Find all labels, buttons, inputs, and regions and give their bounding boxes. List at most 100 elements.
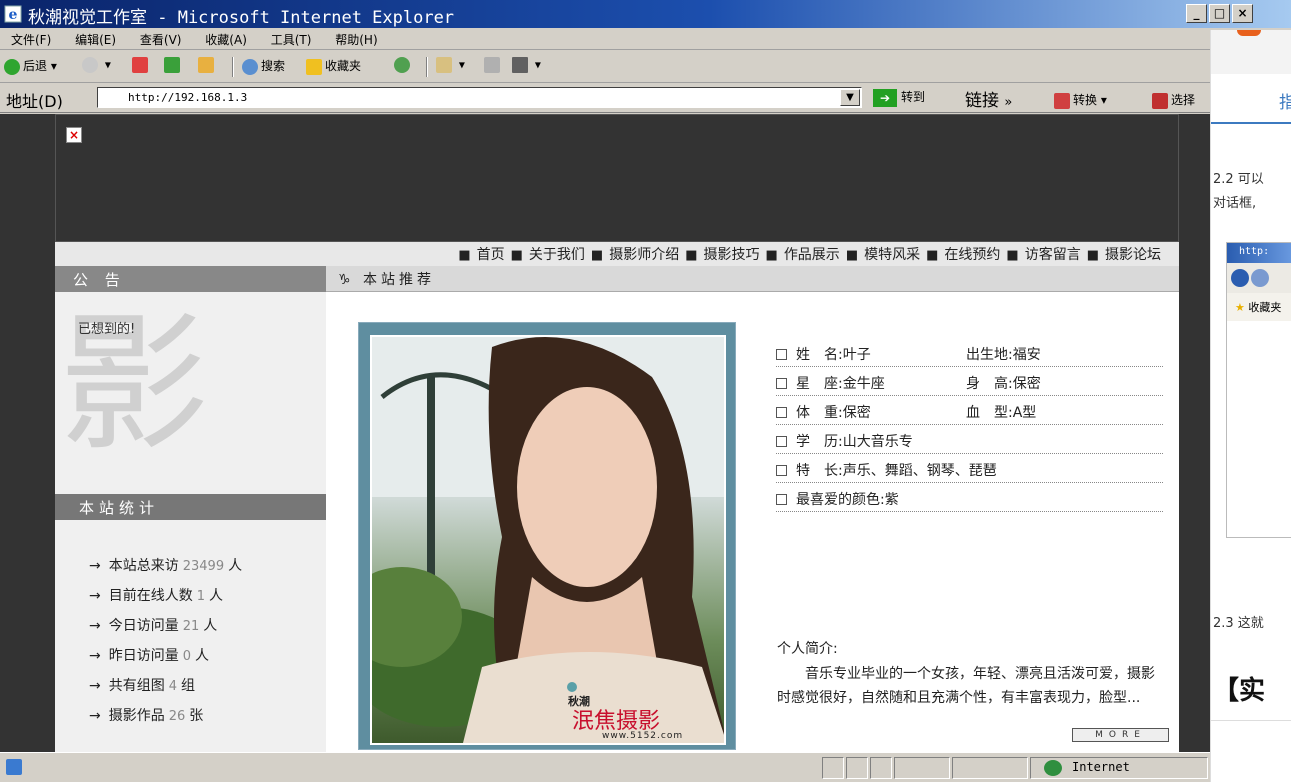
status-cell (822, 757, 844, 779)
nav-item[interactable]: 摄影技巧 (685, 244, 760, 264)
minimize-button[interactable]: _ (1186, 4, 1207, 23)
maximize-button[interactable]: □ (1209, 4, 1230, 23)
profile-row: 星 座:金牛座 身 高:保密 (776, 373, 1163, 396)
convert-button[interactable]: 转换 ▾ (1054, 91, 1107, 109)
edit-button[interactable]: ▾ (512, 57, 541, 73)
ie-logo-icon: e (4, 5, 22, 23)
nav-item[interactable]: 模特风采 (846, 244, 920, 264)
profile-field: 学 历:山大音乐专 (796, 434, 913, 450)
forward-button[interactable]: ▾ (82, 57, 111, 73)
right-panel-link[interactable]: 指 (1279, 88, 1291, 113)
stop-button[interactable] (132, 57, 151, 73)
profile-field: 体 重:保密 (796, 405, 871, 421)
stat-unit: 人 (203, 618, 218, 634)
profile-row: 体 重:保密 血 型:A型 (776, 402, 1163, 425)
nav-item[interactable]: 摄影师介绍 (591, 244, 679, 264)
address-bar: 地址(D) http://192.168.1.3 ▼ ➔ 转到 链接 » 转换 ▾… (0, 83, 1210, 113)
menu-tools[interactable]: 工具(T) (260, 28, 321, 48)
stat-value: 26 (168, 709, 186, 724)
menu-view[interactable]: 查看(V) (129, 28, 191, 48)
favorites-button[interactable]: 收藏夹 (306, 57, 361, 75)
stat-label: 摄影作品 (108, 708, 165, 724)
menu-favorites[interactable]: 收藏(A) (194, 28, 256, 48)
site-banner: × (55, 114, 1179, 242)
page-status-icon (6, 759, 22, 775)
right-overlay-panel: 指 2.2 可以 对话框, http: ★ 收藏夹 2.3 这就 【实 (1210, 30, 1291, 782)
stats-title: 本站统计 (55, 494, 326, 520)
search-label: 搜索 (261, 59, 286, 73)
profile-field: 最喜爱的颜色:紫 (796, 492, 899, 508)
nav-item[interactable]: 作品展示 (766, 244, 840, 264)
search-button[interactable]: 搜索 (242, 57, 285, 75)
right-panel-rule (1211, 122, 1291, 124)
stat-unit: 张 (189, 708, 204, 724)
nav-item[interactable]: 关于我们 (511, 244, 585, 264)
stat-value: 23499 (182, 559, 225, 574)
address-input[interactable]: http://192.168.1.3 (97, 87, 862, 108)
more-button[interactable]: MORE (1072, 728, 1169, 742)
stop-icon (132, 57, 148, 73)
home-button[interactable] (198, 57, 217, 73)
go-button[interactable]: ➔ 转到 (873, 88, 925, 107)
section-title: 本站推荐 (363, 272, 436, 288)
nav-item[interactable]: 摄影论坛 (1087, 244, 1161, 264)
toolbar-separator (232, 57, 234, 77)
model-photo[interactable]: 秋潮 泯焦摄影 www.5152.com (370, 335, 726, 745)
status-cell (846, 757, 868, 779)
right-panel-text: 2.3 这就 (1213, 616, 1264, 631)
address-dropdown-button[interactable]: ▼ (840, 89, 860, 106)
intro-title: 个人简介: (777, 641, 838, 657)
links-label[interactable]: 链接 » (965, 86, 1012, 111)
checkbox-icon (776, 436, 787, 447)
site-nav: 首页关于我们摄影师介绍摄影技巧作品展示模特风采在线预约访客留言摄影论坛 (55, 242, 1179, 266)
close-button[interactable]: × (1232, 4, 1253, 23)
refresh-button[interactable] (164, 57, 183, 73)
back-label: 后退 (23, 59, 48, 73)
window-title: 秋潮视觉工作室 - Microsoft Internet Explorer (28, 8, 455, 28)
media-icon (394, 57, 410, 73)
right-panel-divider (1211, 720, 1291, 721)
menu-bar: 文件(F) 编辑(E) 查看(V) 收藏(A) 工具(T) 帮助(H) (0, 28, 1210, 50)
right-panel-text: 对话框, (1213, 196, 1257, 211)
arrow-icon: → (89, 678, 101, 694)
stat-unit: 人 (209, 588, 224, 604)
section-header: ♑ 本站推荐 (326, 266, 1179, 292)
media-button[interactable] (394, 57, 413, 73)
profile-row: 姓 名:叶子 出生地:福安 (776, 344, 1163, 367)
back-button[interactable]: 后退 ▾ (4, 57, 57, 75)
toolbar-separator (426, 57, 428, 77)
mail-button[interactable]: ▾ (436, 57, 465, 73)
stat-label: 今日访问量 (108, 618, 179, 634)
status-cell (952, 757, 1028, 779)
print-button[interactable] (484, 57, 503, 73)
profile-field: 姓 名:叶子 (796, 347, 871, 363)
select-button[interactable]: 选择 (1152, 91, 1195, 109)
star-icon: ★ (1235, 301, 1245, 314)
screenshot-toolbar (1227, 263, 1291, 293)
profile-field: 血 型:A型 (966, 405, 1037, 421)
page-viewport: × 首页关于我们摄影师介绍摄影技巧作品展示模特风采在线预约访客留言摄影论坛 公 … (0, 114, 1210, 752)
menu-edit[interactable]: 编辑(E) (64, 28, 125, 48)
stat-row: → 摄影作品 26 张 (89, 705, 203, 725)
nav-item[interactable]: 访客留言 (1006, 244, 1081, 264)
photo-frame: 秋潮 泯焦摄影 www.5152.com (358, 322, 736, 750)
checkbox-icon (776, 378, 787, 389)
nav-item[interactable]: 首页 (458, 244, 505, 264)
sidebar: 公 告 影 已想到的! 本站统计 → 本站总来访 23499 人 → 目前在线人数 1 人 → 今… (55, 266, 326, 752)
profile-row: 学 历:山大音乐专 (776, 431, 1163, 454)
favorites-label: 收藏夹 (325, 59, 362, 73)
profile-field: 星 座:金牛座 (796, 376, 885, 392)
broken-image-icon: × (66, 127, 82, 143)
address-url: http://192.168.1.3 (128, 91, 248, 104)
search-icon (242, 58, 258, 75)
back-arrow-icon (1231, 269, 1249, 287)
checkbox-icon (776, 407, 787, 418)
profile-field: 出生地:福安 (966, 347, 1041, 363)
menu-help[interactable]: 帮助(H) (324, 28, 386, 48)
menu-file[interactable]: 文件(F) (0, 28, 60, 48)
stat-unit: 人 (228, 558, 243, 574)
back-arrow-icon (4, 58, 20, 75)
standard-toolbar: 后退 ▾ ▾ 搜索 收藏夹 ▾ ▾ (0, 51, 1210, 83)
nav-item[interactable]: 在线预约 (926, 244, 1000, 264)
stat-row: → 昨日访问量 0 人 (89, 645, 209, 665)
